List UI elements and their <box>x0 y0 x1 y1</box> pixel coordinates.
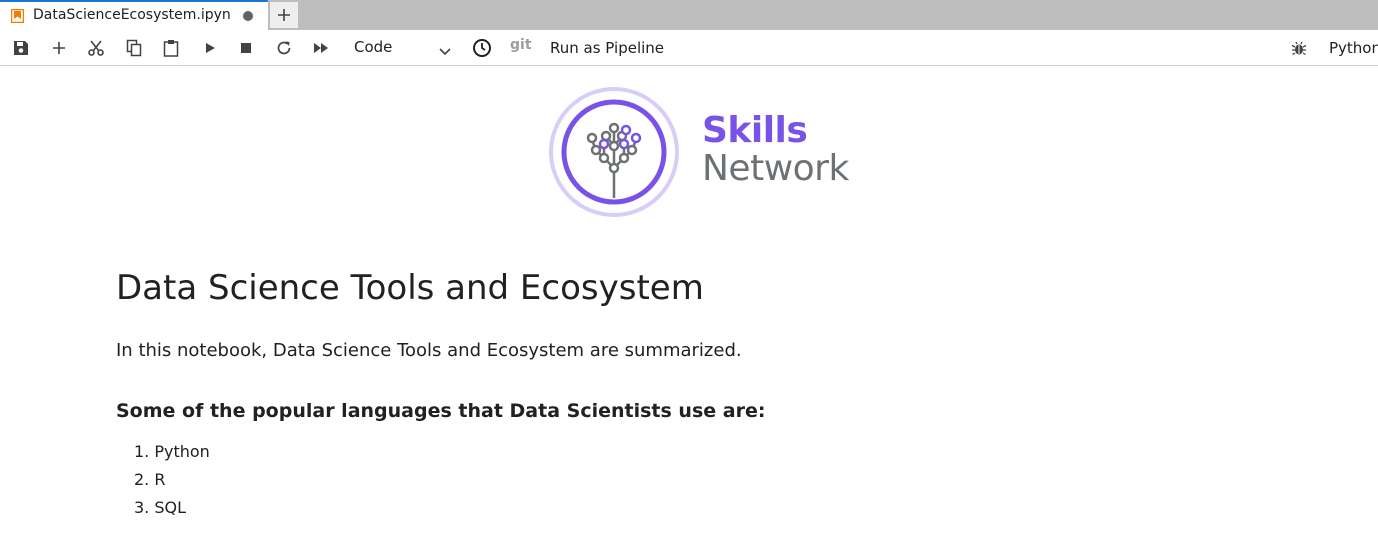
logo-text-skills: Skills <box>702 110 808 151</box>
debugger-button[interactable] <box>1288 38 1310 58</box>
cell-type-select[interactable]: Code <box>354 38 392 56</box>
list-item: 2. R <box>134 470 166 489</box>
new-tab-button[interactable] <box>270 2 298 28</box>
chevron-down-icon[interactable] <box>438 42 452 61</box>
clipboard-icon <box>163 40 179 57</box>
copy-icon <box>126 39 142 57</box>
skills-network-logo-icon <box>548 86 680 218</box>
logo-text-network: Network <box>702 148 849 189</box>
scissors-icon <box>88 40 104 56</box>
run-all-button[interactable] <box>310 38 332 58</box>
clock-button[interactable] <box>471 38 493 58</box>
tab-title: DataScienceEcosystem.ipyn <box>33 7 231 23</box>
intro-paragraph: In this notebook, Data Science Tools and… <box>116 340 742 361</box>
plus-icon <box>278 9 290 21</box>
notebook-icon <box>10 8 25 24</box>
unsaved-indicator-icon[interactable] <box>243 11 253 21</box>
save-icon <box>14 41 28 55</box>
refresh-icon <box>277 41 291 55</box>
languages-heading: Some of the popular languages that Data … <box>116 400 766 422</box>
copy-button[interactable] <box>123 38 145 58</box>
page-title: Data Science Tools and Ecosystem <box>116 268 704 308</box>
tab-notebook[interactable]: DataScienceEcosystem.ipyn <box>0 0 268 30</box>
restart-button[interactable] <box>273 38 295 58</box>
plus-icon <box>53 42 65 54</box>
languages-list: 1. Python 2. R 3. SQL <box>134 442 210 526</box>
insert-cell-button[interactable] <box>48 38 70 58</box>
kernel-name[interactable]: Python <box>1329 39 1378 57</box>
play-icon <box>206 43 215 53</box>
fast-forward-icon <box>314 43 328 53</box>
paste-button[interactable] <box>160 38 182 58</box>
stop-icon <box>241 43 251 53</box>
notebook-toolbar: Code git Run as Pipeline Python <box>0 30 1378 66</box>
list-item: 1. Python <box>134 442 210 461</box>
bug-icon <box>1291 41 1307 56</box>
interrupt-button[interactable] <box>235 38 257 58</box>
clock-icon <box>473 39 491 57</box>
list-item: 3. SQL <box>134 498 187 517</box>
save-button[interactable] <box>10 38 32 58</box>
run-button[interactable] <box>199 38 221 58</box>
cut-button[interactable] <box>85 38 107 58</box>
tab-bar: DataScienceEcosystem.ipyn <box>0 0 1378 30</box>
run-as-pipeline-button[interactable]: Run as Pipeline <box>550 39 664 57</box>
git-button[interactable]: git <box>510 37 532 53</box>
